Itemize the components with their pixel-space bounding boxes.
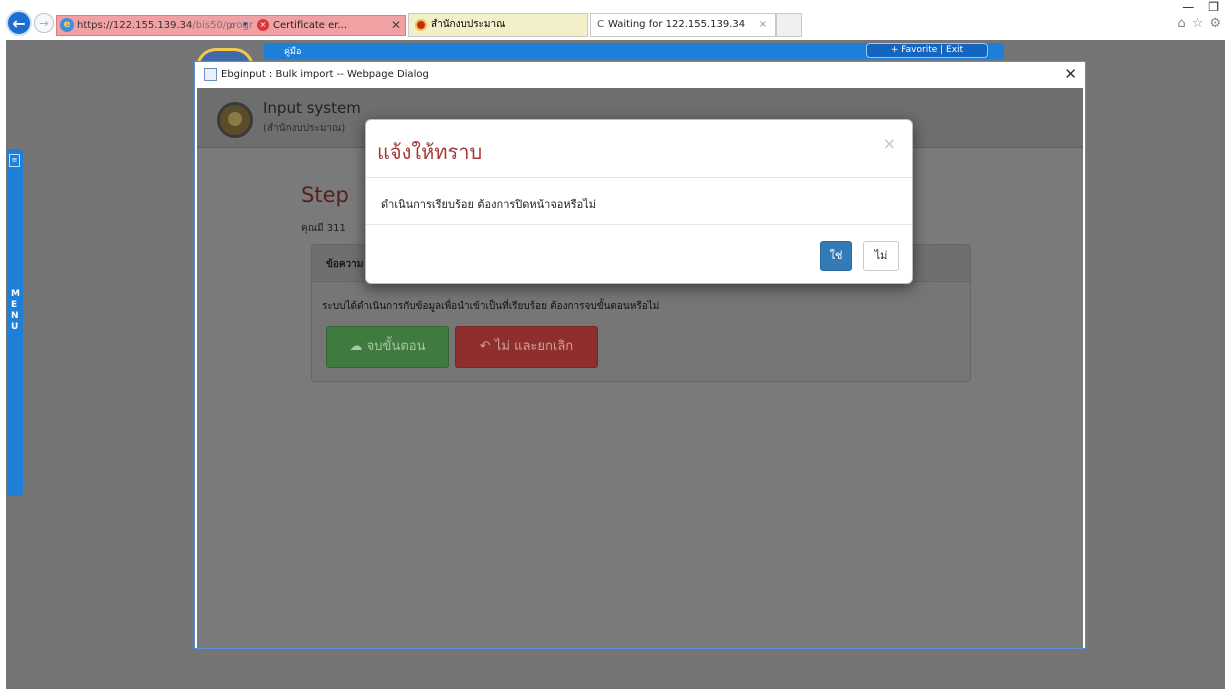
finish-step-button[interactable]: ☁ จบขั้นตอน [326, 326, 449, 368]
url-host: https://122.155.139.34 [77, 20, 193, 31]
side-menu-tab[interactable]: ≡ M E N U [7, 149, 23, 496]
forward-button[interactable]: → [34, 13, 54, 33]
back-button[interactable]: ← [6, 10, 32, 36]
screen: ← → e https://122.155.139.34/bis50/progr … [0, 0, 1227, 689]
dialog-titlebar: Ebginput : Bulk import -- Webpage Dialog… [195, 62, 1085, 88]
tab-label: สำนักงบประมาณ [431, 19, 506, 30]
system-title: Input system [263, 99, 361, 117]
budget-bureau-logo-icon [415, 19, 427, 31]
yes-button[interactable]: ใช่ [820, 241, 852, 271]
no-button[interactable]: ไม่ [863, 241, 899, 271]
system-subtitle: (สำนักงบประมาณ) [263, 123, 346, 134]
minimize-icon[interactable]: — [1182, 0, 1194, 14]
menu-label: M E N U [11, 289, 20, 332]
favorites-star-icon[interactable]: ☆ [1192, 16, 1204, 31]
modal-message: ดำเนินการเรียบร้อย ต้องการปิดหน้าจอหรือไ… [381, 198, 596, 211]
loading-icon: C [597, 19, 604, 30]
step-note: คุณมี 311 [301, 223, 346, 234]
guide-link[interactable]: คู่มือ [284, 44, 301, 58]
browser-right-icons: ⌂ ☆ ⚙ [1177, 16, 1221, 31]
close-icon[interactable]: ✕ [1064, 66, 1077, 82]
panel-message: ระบบได้ดำเนินการกับข้อมูลเพื่อนำเข้าเป็น… [322, 301, 660, 312]
browser-toolbar: ← → e https://122.155.139.34/bis50/progr … [0, 0, 1227, 40]
chevron-down-icon[interactable]: ▾ [243, 16, 248, 35]
close-tab-icon[interactable]: ✕ [391, 16, 401, 35]
finish-step-label: จบขั้นตอน [366, 339, 426, 354]
forward-arrow-icon: → [39, 16, 49, 30]
back-arrow-icon: ← [12, 13, 26, 33]
certificate-error-icon[interactable]: × [257, 19, 269, 31]
home-icon[interactable]: ⌂ [1177, 16, 1185, 31]
restore-icon[interactable]: ❐ [1208, 0, 1219, 14]
gear-icon[interactable]: ⚙ [1209, 16, 1221, 31]
new-tab-button[interactable] [776, 13, 802, 37]
ie-page-icon: e [60, 18, 74, 32]
modal-body: ดำเนินการเรียบร้อย ต้องการปิดหน้าจอหรือไ… [366, 178, 912, 225]
dialog-title: Ebginput : Bulk import -- Webpage Dialog [221, 69, 429, 80]
close-icon[interactable]: × [883, 134, 896, 153]
tab-waiting[interactable]: C Waiting for 122.155.139.34 × [590, 13, 776, 37]
step-title: Step [301, 183, 349, 207]
favorite-exit-button[interactable]: + Favorite | Exit [866, 43, 988, 58]
cloud-upload-icon: ☁ [349, 339, 363, 354]
tab-budget-bureau[interactable]: สำนักงบประมาณ [408, 13, 588, 37]
cancel-button[interactable]: ↶ ไม่ และยกเลิก [455, 326, 598, 368]
cancel-label: ไม่ และยกเลิก [494, 339, 574, 354]
document-icon: ≡ [9, 154, 20, 167]
notification-modal: แจ้งให้ทราบ × ดำเนินการเรียบร้อย ต้องการ… [365, 119, 913, 284]
address-bar[interactable]: e https://122.155.139.34/bis50/progr ⌕ ▾ … [56, 15, 406, 36]
emblem-logo [217, 102, 253, 138]
modal-header: แจ้งให้ทราบ × [366, 120, 912, 178]
page-icon [204, 67, 217, 81]
undo-icon: ↶ [479, 339, 491, 354]
tab-label: Waiting for 122.155.139.34 [607, 19, 746, 30]
search-icon[interactable]: ⌕ [229, 16, 236, 35]
tab-certificate-error[interactable]: Certificate er... [273, 16, 347, 35]
close-tab-icon[interactable]: × [759, 14, 767, 36]
window-controls: — ❐ [1182, 0, 1219, 14]
modal-title: แจ้งให้ทราบ [377, 140, 483, 164]
